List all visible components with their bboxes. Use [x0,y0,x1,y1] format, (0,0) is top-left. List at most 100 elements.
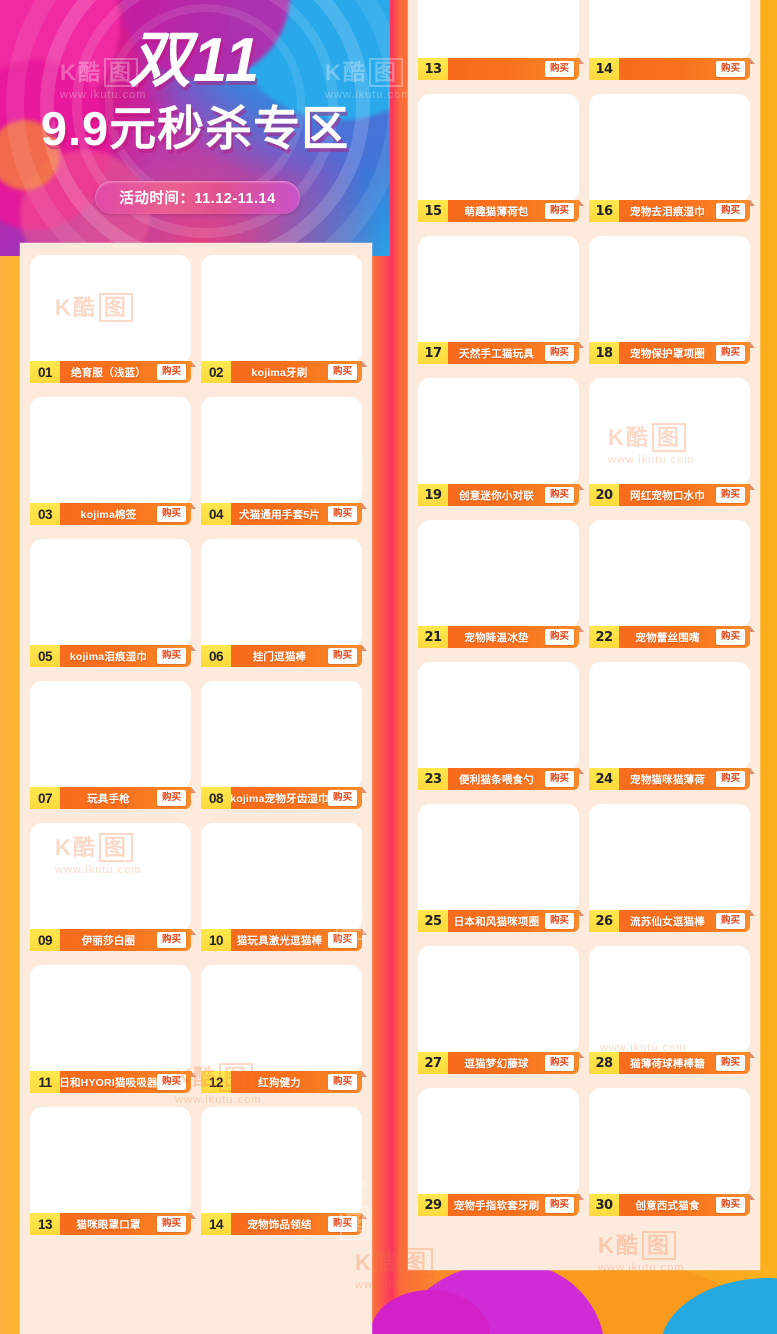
product-panel-right: 13 购买 14 购买 15 萌趣猫薄荷包 购买 16 宠物去泪痕湿巾 购买 17 天然手工猫玩具 购买… [408,0,760,1270]
product-name [619,58,716,80]
buy-button[interactable]: 购买 [544,629,574,645]
product-name: 创意西式猫食 [635,1199,700,1212]
buy-button[interactable]: 购买 [715,1197,745,1213]
product-card[interactable]: 28 猫薄荷球棒棒糖 购买 [589,946,755,1074]
buy-button[interactable]: 购买 [715,203,745,219]
product-label-bar: 04 犬猫通用手套5片 购买 [201,503,367,525]
product-card[interactable]: 20 网红宠物口水巾 购买 [589,378,755,506]
buy-button[interactable]: 购买 [715,61,745,77]
buy-button[interactable]: 购买 [156,790,186,806]
product-card[interactable]: 25 日本和风猫咪项圈 购买 [418,804,584,932]
product-card[interactable]: 01 绝育服（浅蓝） 购买 [30,255,196,383]
product-card[interactable]: 26 流苏仙女逗猫棒 购买 [589,804,755,932]
buy-button[interactable]: 购买 [544,61,574,77]
product-label-bar: 22 宠物蕾丝围嘴 购买 [589,626,755,648]
product-index: 23 [418,768,448,790]
product-card[interactable]: 13 猫咪眼罩口罩 购买 [30,1107,196,1235]
product-card[interactable]: 06 挂门逗猫棒 购买 [201,539,367,667]
product-image [418,378,579,486]
product-card[interactable]: 10 猫玩具激光逗猫棒 购买 [201,823,367,951]
product-index: 22 [589,626,619,648]
product-label-bar: 02 kojima牙刷 购买 [201,361,367,383]
product-card[interactable]: 24 宠物猫咪猫薄荷 购买 [589,662,755,790]
promo-page: 双11 9.9元秒杀专区 活动时间：11.12-11.14 K酷图 www.ik… [0,0,777,1334]
product-label-bar: 25 日本和风猫咪项圈 购买 [418,910,584,932]
buy-button[interactable]: 购买 [544,203,574,219]
buy-button[interactable]: 购买 [715,345,745,361]
buy-button[interactable]: 购买 [544,771,574,787]
product-card[interactable]: 30 创意西式猫食 购买 [589,1088,755,1216]
buy-button[interactable]: 购买 [715,771,745,787]
product-card[interactable]: 05 kojima泪痕湿巾 购买 [30,539,196,667]
product-card[interactable]: 12 红狗健力 购买 [201,965,367,1093]
product-index: 13 [418,58,448,80]
product-image [201,681,362,789]
product-card[interactable]: 14 购买 [589,0,755,80]
product-image [30,965,191,1073]
product-panel-left: 01 绝育服（浅蓝） 购买 02 kojima牙刷 购买 03 kojima棉签 购买 04 犬猫通… [20,243,372,1334]
product-card[interactable]: 11 日和HYORI猫吸吸器 购买 [30,965,196,1093]
product-card[interactable]: 09 伊丽莎白圈 购买 [30,823,196,951]
product-card[interactable]: 17 天然手工猫玩具 购买 [418,236,584,364]
buy-button[interactable]: 购买 [715,1055,745,1071]
product-image [30,255,191,363]
product-image [589,378,750,486]
product-image [418,1088,579,1196]
buy-button[interactable]: 购买 [327,1074,357,1090]
product-index: 11 [30,1071,60,1093]
product-card[interactable]: 15 萌趣猫薄荷包 购买 [418,94,584,222]
product-image [418,662,579,770]
product-card[interactable]: 22 宠物蕾丝围嘴 购买 [589,520,755,648]
buy-button[interactable]: 购买 [327,648,357,664]
buy-button[interactable]: 购买 [544,913,574,929]
product-card[interactable]: 04 犬猫通用手套5片 购买 [201,397,367,525]
product-card[interactable]: 27 逗猫梦幻藤球 购买 [418,946,584,1074]
product-image [589,94,750,202]
product-image [201,255,362,363]
product-index: 08 [201,787,231,809]
product-card[interactable]: 13 购买 [418,0,584,80]
product-image [30,823,191,931]
product-label-bar: 26 流苏仙女逗猫棒 购买 [589,910,755,932]
buy-button[interactable]: 购买 [156,364,186,380]
buy-button[interactable]: 购买 [327,932,357,948]
buy-button[interactable]: 购买 [544,1197,574,1213]
product-index: 27 [418,1052,448,1074]
buy-button[interactable]: 购买 [327,790,357,806]
buy-button[interactable]: 购买 [715,629,745,645]
product-name: 萌趣猫薄荷包 [464,205,529,218]
product-card[interactable]: 21 宠物降温冰垫 购买 [418,520,584,648]
buy-button[interactable]: 购买 [544,345,574,361]
product-index: 14 [589,58,619,80]
product-image [418,236,579,344]
product-index: 03 [30,503,60,525]
product-card[interactable]: 03 kojima棉签 购买 [30,397,196,525]
product-name: 日和HYORI猫吸吸器 [60,1076,157,1089]
buy-button[interactable]: 购买 [715,913,745,929]
product-index: 20 [589,484,619,506]
buy-button[interactable]: 购买 [715,487,745,503]
buy-button[interactable]: 购买 [156,1216,186,1232]
buy-button[interactable]: 购买 [544,487,574,503]
product-image [589,520,750,628]
buy-button[interactable]: 购买 [156,932,186,948]
buy-button[interactable]: 购买 [327,364,357,380]
product-card[interactable]: 16 宠物去泪痕湿巾 购买 [589,94,755,222]
product-card[interactable]: 19 创意迷你小对联 购买 [418,378,584,506]
product-card[interactable]: 02 kojima牙刷 购买 [201,255,367,383]
product-image [201,823,362,931]
buy-button[interactable]: 购买 [327,506,357,522]
product-card[interactable]: 29 宠物手指软套牙刷 购买 [418,1088,584,1216]
product-image [589,946,750,1054]
product-card[interactable]: 18 宠物保护罩项圈 购买 [589,236,755,364]
product-name: 便利猫条喂食勺 [459,773,534,786]
product-card[interactable]: 08 kojima宠物牙齿湿巾 购买 [201,681,367,809]
product-card[interactable]: 23 便利猫条喂食勺 购买 [418,662,584,790]
product-card[interactable]: 07 玩具手枪 购买 [30,681,196,809]
buy-button[interactable]: 购买 [327,1216,357,1232]
buy-button[interactable]: 购买 [544,1055,574,1071]
product-card[interactable]: 14 宠物饰品领结 购买 [201,1107,367,1235]
buy-button[interactable]: 购买 [156,648,186,664]
buy-button[interactable]: 购买 [156,506,186,522]
buy-button[interactable]: 购买 [156,1074,186,1090]
